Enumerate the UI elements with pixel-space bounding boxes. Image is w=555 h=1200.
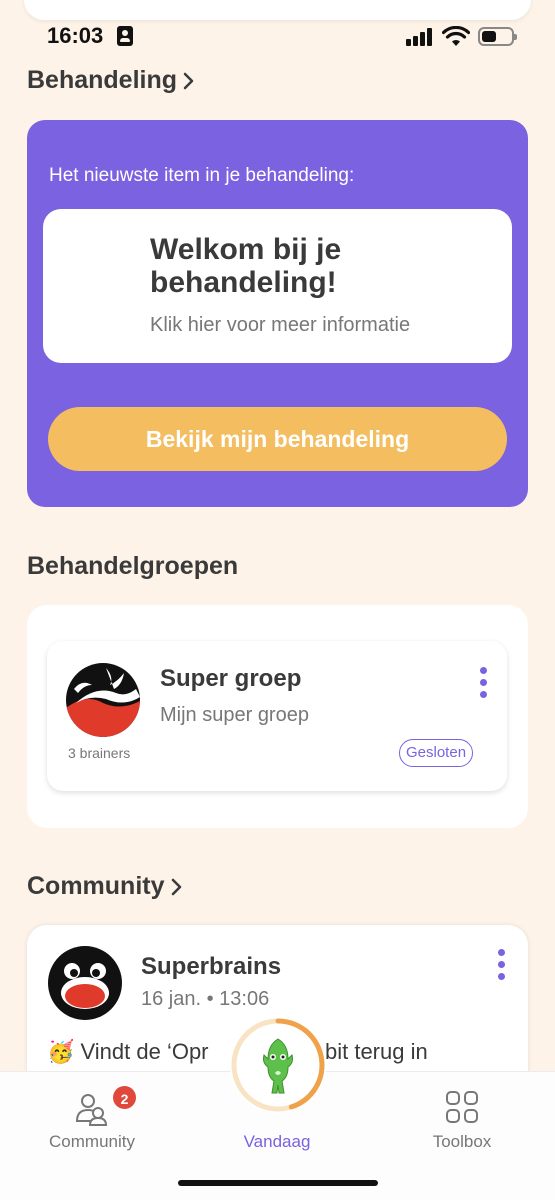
group-more-options-icon[interactable] (478, 667, 488, 703)
post-author-avatar (48, 946, 122, 1020)
treatment-item-title: Welkom bij je behandeling! (150, 233, 342, 299)
tab-community-label: Community (49, 1132, 135, 1151)
treatment-section-title: Behandeling (27, 66, 178, 94)
community-section-title: Community (27, 872, 165, 900)
group-name: Super groep (160, 665, 302, 692)
id-card-icon (117, 26, 133, 46)
daily-progress-ring[interactable] (228, 1015, 328, 1115)
battery-icon (478, 27, 517, 46)
cellular-signal-icon (406, 28, 434, 46)
community-section-header[interactable]: Community (27, 872, 183, 901)
treatment-card: Het nieuwste item in je behandeling: Wel… (27, 120, 528, 507)
post-more-options-icon[interactable] (496, 949, 506, 985)
status-bar: 16:03 (0, 20, 555, 54)
tab-vandaag-label: Vandaag (243, 1132, 311, 1151)
groups-card: Super groep Mijn super groep 3 brainers … (27, 605, 528, 828)
treatment-intro: Het nieuwste item in je behandeling: (49, 165, 355, 186)
status-time: 16:03 (47, 23, 104, 48)
post-text-start: 🥳 Vindt de ‘Opr (47, 1039, 209, 1064)
group-avatar (66, 663, 140, 737)
grid-icon (446, 1091, 478, 1123)
people-icon (75, 1094, 108, 1126)
post-author-name: Superbrains (141, 953, 282, 980)
previous-card-edge (24, 0, 531, 20)
post-date: 16 jan. • 13:06 (141, 988, 270, 1010)
group-list-item[interactable]: Super groep Mijn super groep 3 brainers … (47, 641, 507, 791)
group-member-count: 3 brainers (68, 745, 131, 761)
treatment-section-header[interactable]: Behandeling (27, 66, 195, 95)
groups-section-title: Behandelgroepen (27, 552, 239, 580)
view-treatment-button[interactable]: Bekijk mijn behandeling (48, 407, 507, 471)
chevron-right-icon (171, 878, 181, 895)
chevron-right-icon (183, 72, 194, 89)
tab-community[interactable]: 2 Community (12, 1072, 172, 1172)
tab-toolbox-label: Toolbox (432, 1132, 492, 1151)
tab-toolbox[interactable]: Toolbox (382, 1072, 542, 1172)
notification-badge: 2 (111, 1084, 138, 1111)
wifi-icon (442, 26, 470, 46)
group-description: Mijn super groep (160, 704, 309, 726)
home-indicator (178, 1180, 378, 1186)
treatment-item-subtitle: Klik hier voor meer informatie (150, 314, 411, 336)
group-status-badge: Gesloten (399, 739, 474, 767)
latest-treatment-item[interactable]: Welkom bij je behandeling! Klik hier voo… (43, 209, 512, 363)
